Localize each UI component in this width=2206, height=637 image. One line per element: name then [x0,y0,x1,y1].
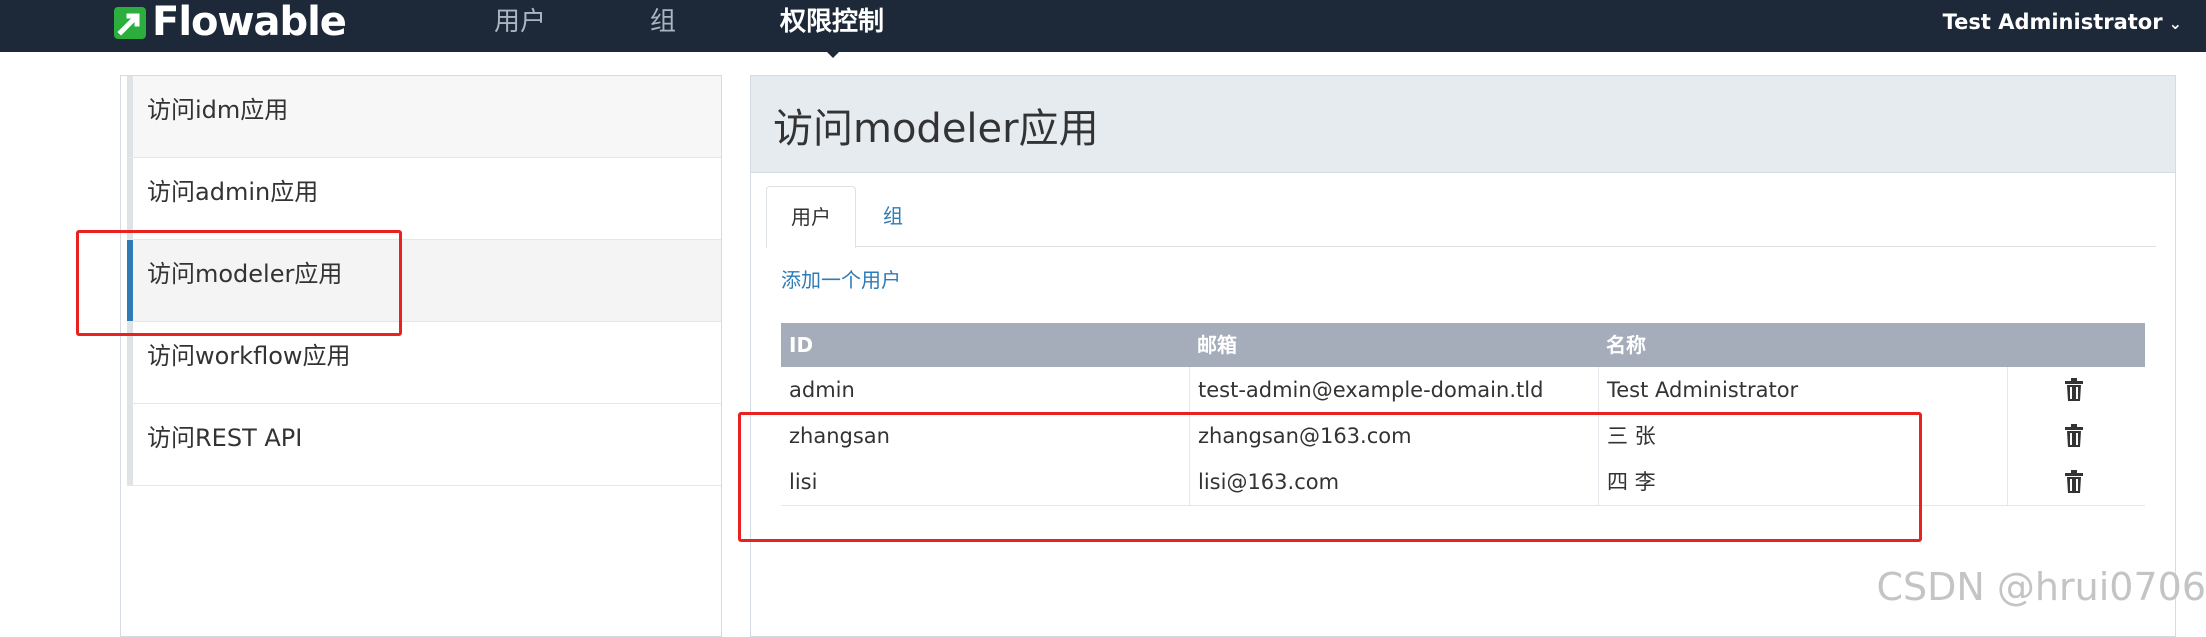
nav-item-privileges[interactable]: 权限控制 [780,0,884,45]
cell-name: Test Administrator [1607,378,1799,402]
column-header-id[interactable]: ID [789,323,813,367]
sidebar-item-label: 访问idm应用 [147,96,289,124]
highlight-box-users [738,412,1922,542]
privilege-detail-panel: 访问modeler应用 用户 组 添加一个用户 ID 邮箱 名称 admin t… [750,75,2176,637]
sidebar-item-idm[interactable]: 访问idm应用 [127,76,721,157]
sidebar-item-label: 访问REST API [147,424,303,452]
column-header-email[interactable]: 邮箱 [1197,323,1237,367]
panel-header: 访问modeler应用 [751,76,2175,173]
flowable-logo[interactable]: Flowable [112,0,347,45]
sidebar-item-label: 访问admin应用 [147,178,319,206]
page-title: 访问modeler应用 [773,106,1099,152]
trash-icon[interactable] [2064,424,2084,448]
nav-item-users[interactable]: 用户 [494,0,546,45]
brand-name: Flowable [152,0,347,45]
cell-email: test-admin@example-domain.tld [1198,378,1544,402]
tabs-divider [766,246,2156,247]
add-user-link[interactable]: 添加一个用户 [781,264,901,293]
trash-icon[interactable] [2064,470,2084,494]
user-name: Test Administrator [1942,10,2163,34]
tab-groups[interactable]: 组 [863,186,923,246]
column-header-name[interactable]: 名称 [1606,323,1646,367]
top-navbar: Flowable 用户 组 权限控制 Test Administrator ⌄ [0,0,2206,52]
highlight-box-sidebar [76,230,402,336]
flowable-logo-icon [114,6,146,39]
user-menu[interactable]: Test Administrator ⌄ [1943,0,2182,45]
sidebar-item-rest-api[interactable]: 访问REST API [127,404,721,485]
divider [127,485,721,486]
nav-item-groups[interactable]: 组 [650,0,676,45]
sidebar-item-admin[interactable]: 访问admin应用 [127,158,721,239]
chevron-down-icon: ⌄ [2168,14,2182,33]
table-row: admin test-admin@example-domain.tld Test… [781,367,2145,414]
cell-id: admin [789,378,855,402]
sidebar-item-label: 访问workflow应用 [147,342,351,370]
privilege-list: 访问idm应用 访问admin应用 访问modeler应用 访问workflow… [120,75,722,637]
table-header: ID 邮箱 名称 [781,323,2145,367]
trash-icon[interactable] [2064,378,2084,402]
watermark: CSDN @hrui0706 [1876,565,2206,609]
active-nav-caret [823,48,843,58]
tab-users[interactable]: 用户 [766,186,856,248]
